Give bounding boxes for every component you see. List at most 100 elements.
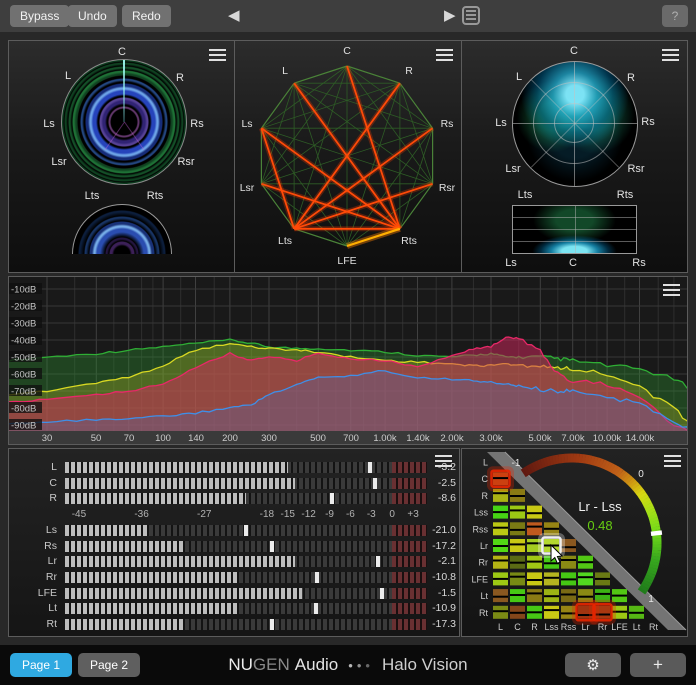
db-axis-tick: -40dB — [11, 336, 36, 347]
page-1-button[interactable]: Page 1 — [10, 653, 72, 677]
meter-channel-label: C — [9, 477, 57, 489]
channel-label-l: L — [65, 70, 71, 82]
preset-list-icon[interactable] — [462, 6, 480, 25]
correlation-matrix-panel: -101Lr - Lss0.48LCRLssRssLrRrLFELtRtLCRL… — [461, 448, 688, 637]
matrix-cell-Rss-C[interactable] — [510, 522, 525, 535]
redo-button[interactable]: Redo — [122, 5, 171, 27]
panel-menu-icon[interactable] — [436, 49, 453, 62]
matrix-cell-Rss-R[interactable] — [527, 522, 542, 535]
matrix-cell-Lss-C[interactable] — [510, 506, 525, 519]
add-panel-button[interactable]: + — [630, 653, 686, 677]
db-axis-tick: -50dB — [11, 353, 36, 364]
meter-value: -2.1 — [422, 555, 456, 567]
freq-axis-tick: 5.00k — [528, 433, 551, 444]
matrix-row-label: Rss — [473, 524, 489, 534]
gauge-label: 1 — [648, 594, 654, 605]
matrix-cell-LFE-R[interactable] — [527, 572, 542, 585]
footer: Page 1 Page 2 NUGENAudio • • • Halo Visi… — [0, 645, 696, 685]
surround-energy-panel: C L R Ls Rs Lsr Rsr Lts Rts — [8, 40, 235, 273]
correlation-value: 0.48 — [587, 518, 612, 533]
page-2-button[interactable]: Page 2 — [78, 653, 140, 677]
meter-channel-label: Lt — [9, 602, 57, 614]
channel-label-rs-bottom: Rs — [632, 257, 645, 269]
panel-menu-icon[interactable] — [663, 284, 680, 297]
brand-gen: GEN — [253, 655, 290, 675]
matrix-cell-Lss-R[interactable] — [527, 506, 542, 519]
matrix-cell-Lt-Rss[interactable] — [561, 589, 576, 602]
surround-energy-ring — [61, 59, 187, 185]
matrix-col-label: LFE — [611, 622, 628, 632]
matrix-row-label: Rt — [479, 608, 488, 618]
meter-scale-tick: -9 — [325, 509, 334, 520]
spatial-radar-panel: C L R Ls Rs Lsr Rsr Lts Rts Ls C Rs — [461, 40, 688, 273]
help-button[interactable]: ? — [662, 5, 688, 27]
panel-menu-icon[interactable] — [662, 49, 679, 62]
spectrum-panel: 3050701001402003005007001.00k1.40k2.00k3… — [8, 276, 688, 445]
panel-menu-icon[interactable] — [209, 49, 226, 62]
matrix-cell-Lr-C[interactable] — [510, 539, 525, 552]
panel-menu-icon[interactable] — [435, 455, 452, 468]
meter-row-Lr: Lr -2.1 — [9, 555, 459, 569]
matrix-cell-Rss-L[interactable] — [493, 522, 508, 535]
matrix-col-label: C — [514, 622, 521, 632]
meter-scale-tick: -36 — [134, 509, 148, 520]
meter-channel-label: Lr — [9, 555, 57, 567]
brand-dot-3: • — [365, 658, 370, 673]
meter-peak-marker — [315, 572, 319, 583]
channel-label-r: R — [176, 72, 184, 84]
matrix-cell-Rr-Rss[interactable] — [561, 556, 576, 569]
panel-menu-icon[interactable] — [664, 455, 681, 468]
matrix-cell-Rt-L[interactable] — [493, 606, 508, 619]
meter-row-Ls: Ls-21.0 — [9, 524, 459, 538]
matrix-cell-Rr-L[interactable] — [493, 556, 508, 569]
meter-row-Rs: Rs-17.2 — [9, 540, 459, 554]
freq-axis-tick: 300 — [261, 433, 277, 444]
matrix-cell-LFE-C[interactable] — [510, 572, 525, 585]
db-axis-tick: -70dB — [11, 387, 36, 398]
brand-nu: NU — [228, 655, 253, 675]
matrix-cell-Lt-R[interactable] — [527, 589, 542, 602]
matrix-col-label: Rr — [598, 622, 608, 632]
brand-dot-2: • — [357, 658, 362, 673]
matrix-row-label: Lr — [480, 541, 488, 551]
freq-axis-tick: 30 — [42, 433, 53, 444]
meter-row-Lt: Lt -10.9 — [9, 602, 459, 616]
meter-value: -10.9 — [422, 602, 456, 614]
meter-value: -2.5 — [422, 477, 456, 489]
meter-peak-marker — [368, 462, 372, 473]
meter-row-Rr: Rr-10.8 — [9, 571, 459, 585]
web-vertex-label: L — [282, 65, 288, 77]
matrix-cell-LFE-Lr[interactable] — [578, 572, 593, 585]
matrix-col-label: L — [498, 622, 503, 632]
freq-axis-tick: 1.00k — [373, 433, 396, 444]
back-icon[interactable]: ◀ — [228, 7, 240, 25]
matrix-cell-LFE-Lss[interactable] — [544, 572, 559, 585]
db-axis-tick: -10dB — [11, 285, 36, 296]
web-vertex-label: LFE — [337, 255, 356, 267]
meter-row-C: C -2.5 — [9, 477, 459, 491]
matrix-cell-Rt-Lss[interactable] — [544, 606, 559, 619]
web-vertex-label: Rts — [401, 235, 417, 247]
meter-scale-tick: -15 — [281, 509, 295, 520]
meter-value: -17.3 — [422, 618, 456, 630]
matrix-col-label: Lr — [581, 622, 589, 632]
product-name: Halo Vision — [382, 655, 468, 675]
matrix-cell-Lt-L[interactable] — [493, 589, 508, 602]
meter-peak-marker — [330, 493, 334, 504]
settings-gear-button[interactable]: ⚙ — [565, 653, 621, 677]
undo-button[interactable]: Undo — [68, 5, 117, 27]
meter-peak-marker — [270, 541, 274, 552]
matrix-col-label: Rt — [649, 622, 658, 632]
channel-label-rts: Rts — [147, 190, 164, 202]
play-icon[interactable]: ▶ — [444, 7, 456, 25]
freq-axis-tick: 140 — [188, 433, 204, 444]
channel-label-rs: Rs — [190, 118, 203, 130]
freq-axis-tick: 7.00k — [561, 433, 584, 444]
db-axis-tick: -30dB — [11, 319, 36, 330]
channel-label-ls: Ls — [495, 117, 507, 129]
matrix-row-label: LFE — [471, 574, 488, 584]
bypass-button[interactable]: Bypass — [10, 5, 69, 27]
matrix-row-label: L — [483, 458, 488, 468]
meter-row-Rt: Rt-17.3 — [9, 618, 459, 632]
freq-axis-tick: 70 — [124, 433, 135, 444]
